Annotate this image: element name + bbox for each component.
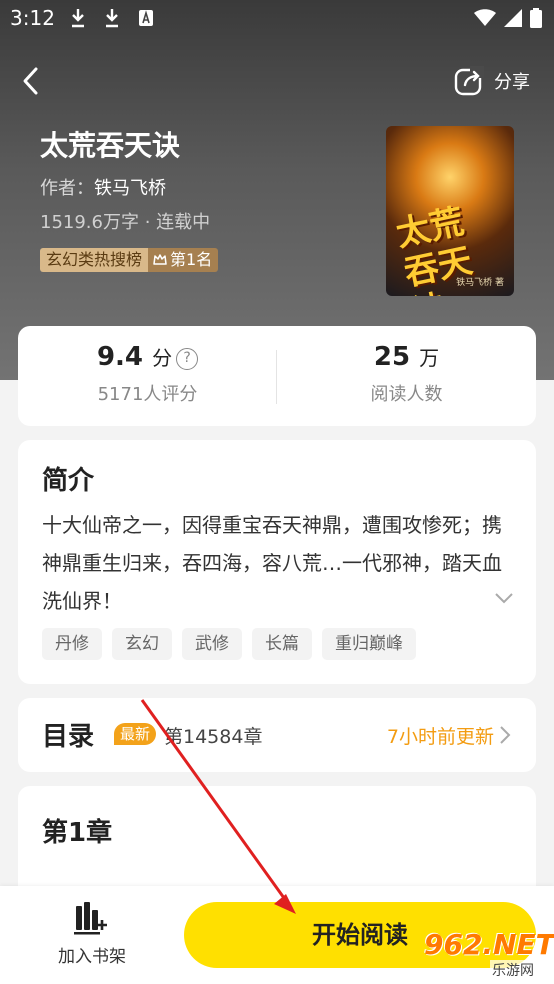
battery-icon	[530, 8, 542, 28]
share-icon	[454, 66, 484, 96]
watermark-brand: 962.NET	[424, 928, 554, 961]
book-title: 太荒吞天诀	[40, 129, 181, 162]
download-icon	[72, 9, 84, 28]
help-icon[interactable]: ?	[176, 348, 199, 370]
new-badge: 最新	[114, 723, 157, 745]
a-icon	[139, 10, 153, 26]
download-icon	[106, 9, 118, 28]
readers-value-row: 25 万	[277, 342, 536, 372]
status-bar: 3:12	[0, 0, 554, 36]
book-cover[interactable]: 太荒吞天诀 铁马飞桥 著	[386, 126, 514, 296]
share-button[interactable]: 分享	[454, 66, 530, 96]
tag-item[interactable]: 长篇	[252, 628, 312, 660]
intro-title: 简介	[42, 466, 95, 496]
table-of-contents-row[interactable]: 目录 最新 第14584章 7小时前更新	[18, 698, 536, 772]
tag-list: 丹修 玄幻 武修 长篇 重归巅峰	[42, 628, 416, 660]
latest-chapter: 第14584章	[164, 726, 263, 748]
share-label: 分享	[494, 72, 530, 93]
readers-stat: 25 万 阅读人数	[277, 342, 536, 406]
add-to-shelf-label: 加入书架	[58, 947, 126, 967]
rank-category: 玄幻类热搜榜	[40, 248, 149, 272]
stats-card: 9.4 分? 5171人评分 25 万 阅读人数	[18, 326, 536, 426]
readers-unit: 万	[419, 346, 440, 370]
status-time: 3:12	[10, 6, 55, 30]
chapter-title: 第1章	[42, 818, 113, 848]
crown-icon	[153, 254, 167, 265]
system-icons	[474, 8, 542, 28]
rank-badge[interactable]: 玄幻类热搜榜 第1名	[40, 248, 219, 272]
rating-value-row: 9.4 分?	[18, 342, 277, 372]
rating-unit: 分	[152, 346, 173, 370]
rank-position-label: 第1名	[170, 250, 213, 269]
cover-author: 铁马飞桥 著	[456, 278, 504, 288]
tag-item[interactable]: 重归巅峰	[322, 628, 416, 660]
wifi-icon	[474, 9, 496, 26]
tag-item[interactable]: 武修	[182, 628, 242, 660]
site-watermark: 962.NET 乐游网	[418, 928, 554, 980]
bookshelf-icon	[74, 902, 107, 935]
tag-item[interactable]: 玄幻	[112, 628, 172, 660]
back-arrow-icon[interactable]	[20, 66, 44, 96]
author-label: 作者：	[40, 178, 94, 199]
watermark-subtitle: 乐游网	[490, 960, 536, 980]
chevron-down-icon[interactable]	[494, 588, 514, 608]
update-time: 7小时前更新	[386, 726, 494, 748]
rating-count: 5171人评分	[97, 384, 198, 405]
book-author[interactable]: 作者：铁马飞桥	[40, 174, 166, 200]
author-name[interactable]: 铁马飞桥	[94, 178, 166, 199]
signal-icon	[504, 9, 522, 27]
intro-text[interactable]: 十大仙帝之一，因得重宝吞天神鼎，遭围攻惨死；携神鼎重生归来，吞四海，容八荒…一代…	[42, 506, 518, 620]
rating-stat[interactable]: 9.4 分? 5171人评分	[18, 342, 277, 406]
book-meta: 1519.6万字 · 连载中	[40, 212, 211, 233]
readers-label: 阅读人数	[370, 384, 443, 405]
rating-score: 9.4	[96, 342, 143, 372]
toc-title: 目录	[42, 722, 95, 752]
rank-position: 第1名	[148, 248, 219, 272]
chevron-right-icon	[500, 726, 511, 744]
tag-item[interactable]: 丹修	[42, 628, 102, 660]
intro-card[interactable]: 简介 十大仙帝之一，因得重宝吞天神鼎，遭围攻惨死；携神鼎重生归来，吞四海，容八荒…	[18, 440, 536, 684]
add-to-shelf-button[interactable]: 加入书架	[50, 900, 134, 967]
readers-count: 25	[373, 342, 411, 372]
